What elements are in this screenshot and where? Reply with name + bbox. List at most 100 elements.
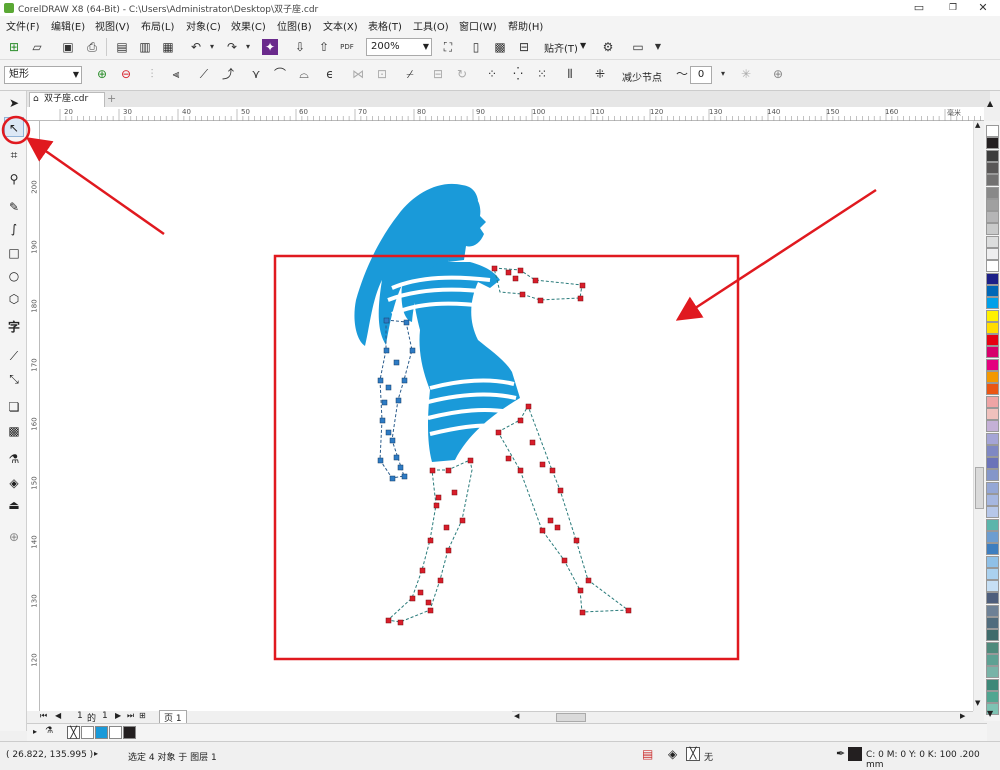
select-all-nodes-icon[interactable]: ⁜ [590, 64, 610, 84]
fill-bucket-icon[interactable]: ◈ [668, 747, 677, 761]
palette-color-swatch[interactable] [986, 358, 999, 371]
stretch-nodes-icon[interactable]: ⊟ [428, 64, 448, 84]
delete-node-icon[interactable]: ⊖ [116, 64, 136, 84]
horizontal-reflect-icon[interactable]: ⁛ [508, 64, 528, 84]
menu-view[interactable]: 视图(V) [95, 18, 130, 33]
chevron-down-icon[interactable]: ▼ [648, 37, 668, 57]
smoothness-slider-icon[interactable]: ▾ [713, 64, 733, 84]
palette-color-swatch[interactable] [986, 248, 999, 260]
palette-color-swatch[interactable] [986, 678, 999, 691]
palette-color-swatch[interactable] [986, 469, 999, 482]
add-node-icon[interactable]: ⊕ [92, 64, 112, 84]
scroll-down-icon[interactable]: ▼ [975, 699, 980, 707]
vertical-scroll-thumb[interactable] [975, 467, 984, 509]
palette-color-swatch[interactable] [986, 407, 999, 420]
menu-object[interactable]: 对象(C) [186, 18, 221, 33]
cut-icon[interactable]: ▤ [112, 37, 132, 57]
elastic-mode-icon[interactable]: ⦀ [560, 64, 580, 84]
ellipse-tool-icon[interactable]: ○ [4, 266, 24, 286]
open-folder-icon[interactable]: ▱ [27, 37, 47, 57]
search-content-icon[interactable]: ✦ [262, 39, 278, 55]
selected-curve-right-leg[interactable] [497, 404, 630, 613]
color-proof-icon[interactable]: ▤ [642, 747, 653, 761]
close-button[interactable]: ✕ [970, 0, 996, 16]
palette-color-swatch[interactable] [986, 432, 999, 445]
outline-color-swatch[interactable] [848, 747, 862, 761]
scroll-left-icon[interactable]: ◀ [514, 712, 519, 720]
palette-color-swatch[interactable] [986, 272, 999, 285]
palette-color-swatch[interactable] [986, 617, 999, 629]
smooth-node-icon[interactable]: ⌒ [270, 64, 290, 84]
palette-menu-icon[interactable]: ▸ [33, 727, 37, 736]
menu-tools[interactable]: 工具(O) [413, 18, 449, 33]
palette-color-swatch[interactable] [986, 174, 999, 187]
palette-color-swatch[interactable] [986, 653, 999, 666]
palette-color-swatch[interactable] [986, 567, 999, 580]
minimize-button[interactable]: ▭ [906, 0, 932, 16]
paste-icon[interactable]: ▦ [158, 37, 178, 57]
vertical-reflect-icon[interactable]: ⁙ [532, 64, 552, 84]
last-page-icon[interactable]: ⏭ [127, 711, 134, 721]
fill-none-swatch[interactable]: ╳ [686, 747, 700, 761]
parallel-dimension-icon[interactable]: ⟋ [4, 346, 24, 366]
scroll-up-icon[interactable]: ▲ [975, 121, 980, 129]
status-expand-icon[interactable]: ▸ [94, 749, 98, 758]
palette-color-swatch[interactable] [986, 309, 999, 322]
palette-color-swatch[interactable] [986, 543, 999, 556]
palette-color-swatch[interactable] [986, 198, 999, 211]
add-tool-icon[interactable]: ⊕ [4, 527, 24, 547]
palette-color-swatch[interactable] [986, 629, 999, 642]
eyedropper-icon[interactable]: ⚗ [45, 726, 53, 736]
smoothness-input[interactable]: 0 [690, 66, 712, 84]
palette-color-swatch[interactable] [986, 297, 999, 310]
full-screen-icon[interactable]: ⛶ [438, 37, 458, 57]
redo-dropdown-icon[interactable]: ▾ [238, 37, 258, 57]
object-type-combo[interactable]: 矩形 ▼ [4, 66, 82, 84]
palette-color-swatch[interactable] [986, 149, 999, 162]
palette-color-swatch[interactable] [986, 395, 999, 408]
transparency-tool-icon[interactable]: ▩ [4, 421, 24, 441]
symmetrical-node-icon[interactable]: ⌓ [294, 64, 314, 84]
document-color-swatch[interactable] [109, 726, 122, 739]
palette-color-swatch[interactable] [986, 494, 999, 506]
menu-effects[interactable]: 效果(C) [231, 18, 266, 33]
palette-color-swatch[interactable] [986, 223, 999, 236]
no-color-swatch[interactable]: ╳ [67, 726, 80, 739]
palette-color-swatch[interactable] [986, 592, 999, 605]
extract-subpath-icon[interactable]: ⊡ [372, 64, 392, 84]
horizontal-scrollbar[interactable]: ◀ ▶ [512, 711, 973, 723]
restore-button[interactable]: ❐ [940, 0, 966, 16]
palette-color-swatch[interactable] [986, 334, 999, 347]
mirror-nodes-icon[interactable]: ✳ [736, 64, 756, 84]
print-icon[interactable]: ⎙ [82, 37, 102, 57]
prev-page-icon[interactable]: ◀ [55, 711, 61, 720]
next-page-icon[interactable]: ▶ [115, 711, 121, 720]
zoom-level-combo[interactable]: 200% ▼ [366, 38, 432, 56]
document-color-swatch[interactable] [123, 726, 136, 739]
menu-file[interactable]: 文件(F) [6, 18, 40, 33]
text-tool-icon[interactable]: 字 [4, 317, 24, 337]
cusp-node-icon[interactable]: ⋎ [246, 64, 266, 84]
drop-shadow-icon[interactable]: ❏ [4, 397, 24, 417]
palette-color-swatch[interactable] [986, 641, 999, 654]
eyedropper-icon[interactable]: ⚗ [4, 449, 24, 469]
interactive-fill-icon[interactable]: ◈ [4, 473, 24, 493]
chevron-down-icon[interactable]: ▼ [580, 41, 586, 50]
show-rulers-icon[interactable]: ▯ [466, 37, 486, 57]
outline-pen-icon[interactable]: ✒ [836, 747, 845, 760]
menu-edit[interactable]: 编辑(E) [51, 18, 85, 33]
show-guidelines-icon[interactable]: ⊟ [514, 37, 534, 57]
snap-to-dropdown[interactable]: 贴齐(T) [544, 40, 578, 55]
palette-color-swatch[interactable] [986, 137, 999, 150]
palette-color-swatch[interactable] [986, 481, 999, 494]
palette-color-swatch[interactable] [986, 457, 999, 470]
join-nodes-icon[interactable]: ⫶ [142, 64, 162, 84]
reduce-nodes-button[interactable]: 减少节点 [622, 69, 662, 84]
scroll-right-icon[interactable]: ▶ [960, 712, 965, 720]
import-icon[interactable]: ⇩ [290, 37, 310, 57]
palette-color-swatch[interactable] [986, 125, 999, 137]
align-nodes-icon[interactable]: ⁘ [482, 64, 502, 84]
palette-color-swatch[interactable] [986, 371, 999, 383]
palette-color-swatch[interactable] [986, 161, 999, 174]
palette-color-swatch[interactable] [986, 555, 999, 568]
